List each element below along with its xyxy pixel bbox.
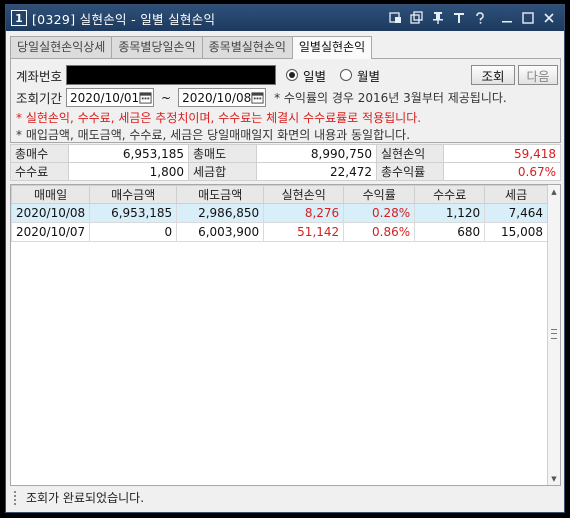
fee-value: 1,800	[68, 162, 189, 181]
col-sell-amount[interactable]: 매도금액	[176, 185, 265, 204]
notice-red-row: * 실현손익, 수수료, 세금은 추정치이며, 수수료는 체결시 수수료률로 적…	[16, 109, 421, 126]
resize-grip-icon[interactable]	[14, 490, 20, 505]
status-message: 조회가 완료되었습니다.	[26, 491, 145, 505]
table-row[interactable]: 2020/10/08 6,953,185 2,986,850 8,276 0.2…	[10, 203, 548, 223]
scroll-down-icon[interactable]: ▼	[548, 472, 560, 485]
cell-return[interactable]: 0.28%	[343, 203, 416, 223]
col-buy-amount[interactable]: 매수금액	[89, 185, 178, 204]
end-date-field[interactable]: 2020/10/08	[178, 88, 267, 107]
main-window: 1 [0329] 실현손익 - 일별 실현손익 당일실현손익상세 종목별당일손익…	[5, 4, 565, 513]
col-return[interactable]: 수익률	[343, 185, 416, 204]
summary-table: 총매수 6,953,185 총매도 8,990,750 실현손익 59,418 …	[10, 144, 561, 181]
link-icon[interactable]	[387, 9, 405, 27]
radio-monthly[interactable]: 월별	[340, 66, 380, 85]
cell-buy-amount[interactable]: 0	[89, 222, 178, 242]
total-buy-label: 총매수	[10, 144, 69, 163]
status-bar: 조회가 완료되었습니다.	[10, 487, 561, 508]
minimize-icon[interactable]	[498, 9, 516, 27]
return-value: 0.67%	[443, 162, 561, 181]
cell-return[interactable]: 0.86%	[343, 222, 416, 242]
scroll-up-icon[interactable]: ▲	[548, 185, 560, 198]
cell-trade-date[interactable]: 2020/10/07	[10, 222, 91, 242]
cell-sell-amount[interactable]: 6,003,900	[176, 222, 265, 242]
scroll-grip-icon[interactable]	[551, 329, 557, 339]
cell-realized[interactable]: 8,276	[263, 203, 345, 223]
radio-daily-label: 일별	[303, 68, 327, 84]
table-row[interactable]: 2020/10/07 0 6,003,900 51,142 0.86% 680 …	[10, 222, 548, 242]
daily-grid: 매매일 매수금액 매도금액 실현손익 수익률 수수료 세금 2020/10/08…	[10, 184, 561, 486]
realized-value: 59,418	[443, 144, 561, 163]
col-realized[interactable]: 실현손익	[263, 185, 345, 204]
period-row: 조회기간 2020/10/01 ~ 2020/10/08 * 수익률의 경우 2…	[16, 88, 507, 107]
start-date-field[interactable]: 2020/10/01	[66, 88, 155, 107]
account-label: 계좌번호	[16, 68, 63, 84]
query-button[interactable]: 조회	[471, 65, 515, 85]
pin-icon[interactable]	[429, 9, 447, 27]
notice-estimate: * 실현손익, 수수료, 세금은 추정치이며, 수수료는 체결시 수수료률로 적…	[16, 111, 422, 125]
tab-stock-daily[interactable]: 종목별당일손익	[111, 36, 203, 58]
next-button[interactable]: 다음	[518, 65, 558, 85]
summary-row: 수수료 1,800 세금합 22,472 총수익률 0.67%	[10, 162, 561, 181]
radio-monthly-label: 월별	[357, 68, 381, 84]
col-tax[interactable]: 세금	[484, 185, 548, 204]
account-number-field[interactable]	[66, 65, 277, 85]
col-fee[interactable]: 수수료	[414, 185, 486, 204]
radio-daily-indicator[interactable]	[286, 69, 299, 81]
window-title: [0329] 실현손익 - 일별 실현손익	[32, 11, 216, 27]
cell-fee[interactable]: 680	[414, 222, 486, 242]
tax-value: 22,472	[256, 162, 377, 181]
radio-daily[interactable]: 일별	[286, 66, 326, 85]
tab-bar: 당일실현손익상세 종목별당일손익 종목별실현손익 일별실현손익	[10, 36, 373, 59]
cell-sell-amount[interactable]: 2,986,850	[176, 203, 265, 223]
fee-label: 수수료	[10, 162, 69, 181]
tab-daily-realized[interactable]: 일별실현손익	[291, 36, 373, 59]
maximize-icon[interactable]	[519, 9, 537, 27]
total-sell-label: 총매도	[188, 144, 257, 163]
cell-tax[interactable]: 7,464	[484, 203, 548, 223]
start-date-value: 2020/10/01	[70, 90, 140, 105]
window-number-badge[interactable]: 1	[11, 10, 27, 26]
title-bar: 1 [0329] 실현손익 - 일별 실현손익	[6, 5, 564, 31]
help-icon[interactable]	[471, 9, 489, 27]
tab-stock-realized[interactable]: 종목별실현손익	[201, 36, 293, 58]
summary-row: 총매수 6,953,185 총매도 8,990,750 실현손익 59,418	[10, 144, 561, 163]
col-trade-date[interactable]: 매매일	[10, 185, 91, 204]
cell-buy-amount[interactable]: 6,953,185	[89, 203, 178, 223]
grid-header-row: 매매일 매수금액 매도금액 실현손익 수익률 수수료 세금	[10, 185, 548, 204]
copy-icon[interactable]	[408, 9, 426, 27]
radio-monthly-indicator[interactable]	[340, 69, 353, 81]
end-date-value: 2020/10/08	[182, 90, 252, 105]
cell-trade-date[interactable]: 2020/10/08	[10, 203, 91, 223]
date-range-tilde: ~	[161, 90, 172, 105]
cell-tax[interactable]: 15,008	[484, 222, 548, 242]
notice-same-content: * 매입금액, 매도금액, 수수료, 세금은 당일매매일지 화면의 내용과 동일…	[16, 128, 411, 142]
vertical-scrollbar[interactable]: ▲ ▼	[547, 185, 560, 485]
daily-grid-table: 매매일 매수금액 매도금액 실현손익 수익률 수수료 세금 2020/10/08…	[10, 185, 548, 242]
tax-label: 세금합	[188, 162, 257, 181]
total-sell-value: 8,990,750	[256, 144, 377, 163]
realized-label: 실현손익	[376, 144, 444, 163]
cell-fee[interactable]: 1,120	[414, 203, 486, 223]
cell-realized[interactable]: 51,142	[263, 222, 345, 242]
account-row: 계좌번호 일별 월별	[16, 65, 380, 85]
text-size-icon[interactable]	[450, 9, 468, 27]
total-buy-value: 6,953,185	[68, 144, 189, 163]
calendar-icon[interactable]	[139, 90, 152, 105]
title-icons	[387, 9, 558, 27]
notice-gray-row: * 매입금액, 매도금액, 수수료, 세금은 당일매매일지 화면의 내용과 동일…	[16, 126, 410, 143]
tab-daily-detail[interactable]: 당일실현손익상세	[10, 36, 113, 58]
period-label: 조회기간	[16, 91, 63, 106]
return-label: 총수익률	[376, 162, 444, 181]
calendar-icon[interactable]	[251, 90, 264, 105]
close-icon[interactable]	[540, 9, 558, 27]
period-note: * 수익률의 경우 2016년 3월부터 제공됩니다.	[274, 91, 507, 105]
query-panel: 계좌번호 일별 월별 조회 다음 조회기간 2020/10/01 ~ 2020/…	[10, 58, 561, 143]
